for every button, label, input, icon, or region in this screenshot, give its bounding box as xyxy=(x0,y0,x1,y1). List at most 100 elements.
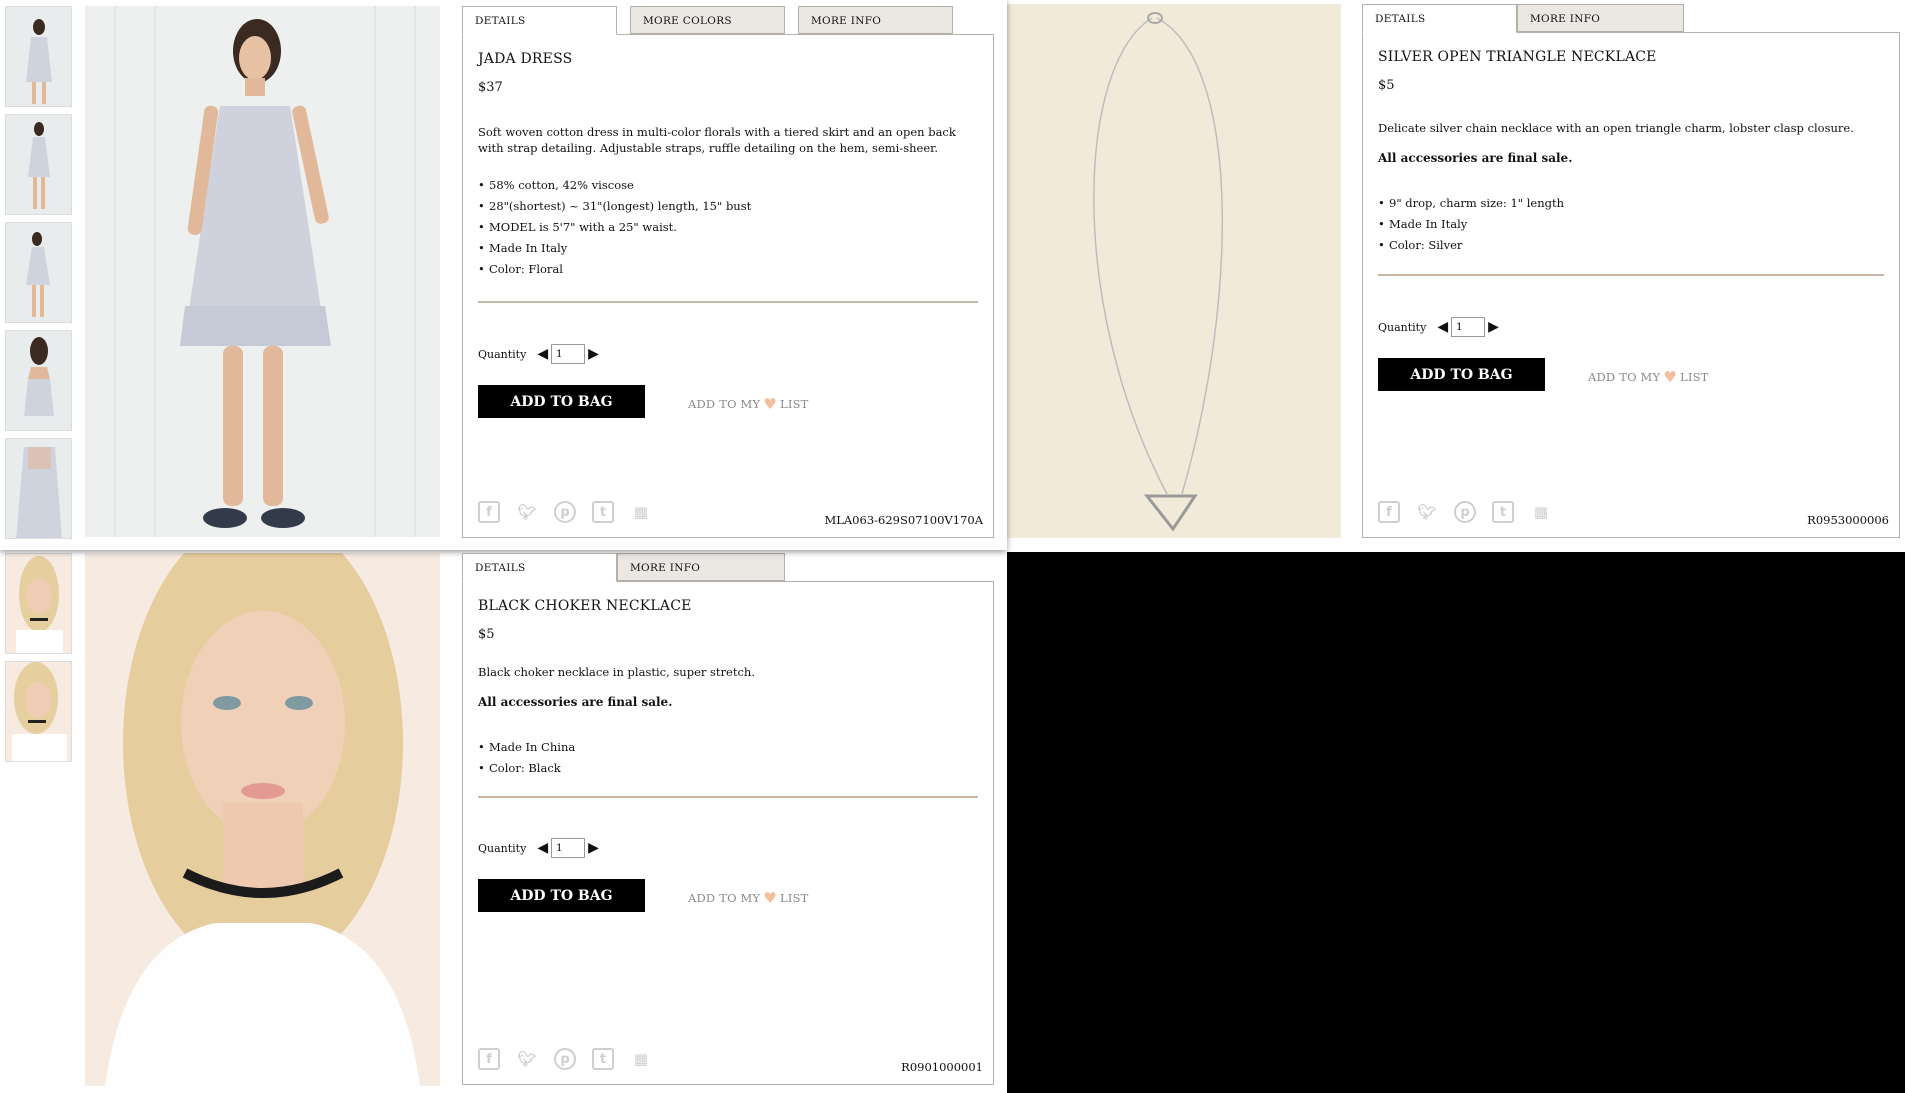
grid-icon[interactable]: ▦ xyxy=(630,1048,652,1070)
thumbnail-list xyxy=(5,553,73,769)
twitter-icon[interactable]: 🐦︎ xyxy=(1416,501,1438,523)
product-description: Black choker necklace in plastic, super … xyxy=(478,665,755,679)
social-share-bar: f 🐦︎ p t ▦ xyxy=(478,1048,652,1070)
add-to-wishlist-link[interactable]: ADD TO MY ♥ LIST xyxy=(688,889,809,907)
spec-item: MODEL is 5'7" with a 25" waist. xyxy=(478,217,751,238)
add-to-wishlist-link[interactable]: ADD TO MY ♥ LIST xyxy=(688,395,809,413)
wishlist-suffix: LIST xyxy=(779,397,809,411)
tab-details[interactable]: DETAILS xyxy=(1362,4,1517,33)
thumbnail-image[interactable] xyxy=(5,438,72,539)
product-details: DETAILS MORE INFO BLACK CHOKER NECKLACE … xyxy=(462,553,994,1085)
spec-item: 28"(shortest) ~ 31"(longest) length, 15"… xyxy=(478,196,751,217)
product-sku: R0953000006 xyxy=(1807,513,1889,527)
increment-arrow-icon[interactable]: ▶ xyxy=(588,841,599,855)
product-description: Soft woven cotton dress in multi-color f… xyxy=(478,125,956,155)
product-specs: Made In China Color: Black xyxy=(478,737,575,779)
product-price: $5 xyxy=(478,627,495,642)
facebook-icon[interactable]: f xyxy=(478,501,500,523)
thumbnail-image[interactable] xyxy=(5,222,72,323)
thumbnail-image[interactable] xyxy=(5,330,72,431)
final-sale-notice: All accessories are final sale. xyxy=(1378,151,1573,165)
decrement-arrow-icon[interactable]: ◀ xyxy=(537,841,548,855)
product-details: DETAILS MORE INFO SILVER OPEN TRIANGLE N… xyxy=(1362,4,1900,538)
thumbnail-image[interactable] xyxy=(5,6,72,107)
facebook-icon[interactable]: f xyxy=(1378,501,1400,523)
product-specs: 9" drop, charm size: 1" length Made In I… xyxy=(1378,193,1564,256)
tab-more-info[interactable]: MORE INFO xyxy=(798,6,953,34)
tumblr-icon[interactable]: t xyxy=(592,1048,614,1070)
wishlist-prefix: ADD TO MY xyxy=(1588,370,1661,384)
twitter-icon[interactable]: 🐦︎ xyxy=(516,1048,538,1070)
thumbnail-image[interactable] xyxy=(5,553,72,654)
product-price: $5 xyxy=(1378,78,1395,93)
decrement-arrow-icon[interactable]: ◀ xyxy=(1437,320,1448,334)
wishlist-suffix: LIST xyxy=(779,891,809,905)
product-description: Delicate silver chain necklace with an o… xyxy=(1378,121,1854,135)
main-product-image xyxy=(85,553,440,1086)
product-sku: MLA063-629S07100V170A xyxy=(824,513,983,527)
quantity-control: Quantity ◀ ▶ xyxy=(1378,317,1502,337)
quantity-label: Quantity xyxy=(1378,320,1427,334)
divider xyxy=(478,796,978,798)
add-to-wishlist-link[interactable]: ADD TO MY ♥ LIST xyxy=(1588,368,1709,386)
social-share-bar: f 🐦︎ p t ▦ xyxy=(478,501,652,523)
tumblr-icon[interactable]: t xyxy=(1492,501,1514,523)
spec-item: 9" drop, charm size: 1" length xyxy=(1378,193,1564,214)
pinterest-icon[interactable]: p xyxy=(554,1048,576,1070)
main-product-image xyxy=(1007,4,1341,538)
decrement-arrow-icon[interactable]: ◀ xyxy=(537,347,548,361)
quantity-input[interactable] xyxy=(551,344,586,364)
product-name: SILVER OPEN TRIANGLE NECKLACE xyxy=(1378,49,1657,65)
spec-item: Made In Italy xyxy=(1378,214,1564,235)
increment-arrow-icon[interactable]: ▶ xyxy=(588,347,599,361)
product-name: BLACK CHOKER NECKLACE xyxy=(478,598,692,614)
spec-item: Made In China xyxy=(478,737,575,758)
add-to-bag-button[interactable]: ADD TO BAG xyxy=(1378,358,1545,391)
twitter-icon[interactable]: 🐦︎ xyxy=(516,501,538,523)
pinterest-icon[interactable]: p xyxy=(554,501,576,523)
spec-item: Color: Black xyxy=(478,758,575,779)
tumblr-icon[interactable]: t xyxy=(592,501,614,523)
pinterest-icon[interactable]: p xyxy=(1454,501,1476,523)
spec-item: 58% cotton, 42% viscose xyxy=(478,175,751,196)
quantity-control: Quantity ◀ ▶ xyxy=(478,838,602,858)
quantity-control: Quantity ◀ ▶ xyxy=(478,344,602,364)
tab-more-colors[interactable]: MORE COLORS xyxy=(630,6,785,34)
spec-item: Color: Silver xyxy=(1378,235,1564,256)
tab-more-info[interactable]: MORE INFO xyxy=(1517,4,1684,32)
tab-details[interactable]: DETAILS xyxy=(462,6,617,35)
thumbnail-image[interactable] xyxy=(5,661,72,762)
heart-icon: ♥ xyxy=(763,395,777,413)
quantity-input[interactable] xyxy=(1451,317,1486,337)
grid-icon[interactable]: ▦ xyxy=(630,501,652,523)
quantity-label: Quantity xyxy=(478,841,527,855)
details-box: JADA DRESS $37 Soft woven cotton dress i… xyxy=(462,34,994,538)
product-specs: 58% cotton, 42% viscose 28"(shortest) ~ … xyxy=(478,175,751,280)
thumbnail-image[interactable] xyxy=(5,114,72,215)
spec-item: Color: Floral xyxy=(478,259,751,280)
increment-arrow-icon[interactable]: ▶ xyxy=(1488,320,1499,334)
final-sale-notice: All accessories are final sale. xyxy=(478,695,673,709)
spec-item: Made In Italy xyxy=(478,238,751,259)
divider xyxy=(1378,274,1884,276)
facebook-icon[interactable]: f xyxy=(478,1048,500,1070)
heart-icon: ♥ xyxy=(763,889,777,907)
wishlist-prefix: ADD TO MY xyxy=(688,397,761,411)
grid-icon[interactable]: ▦ xyxy=(1530,501,1552,523)
product-name: JADA DRESS xyxy=(478,51,573,67)
product-price: $37 xyxy=(478,80,503,95)
product-sku: R0901000001 xyxy=(901,1060,983,1074)
quantity-input[interactable] xyxy=(551,838,586,858)
product-panel-silver-necklace: DETAILS MORE INFO SILVER OPEN TRIANGLE N… xyxy=(1007,0,1905,552)
product-details: DETAILS MORE COLORS MORE INFO JADA DRESS… xyxy=(462,6,994,538)
tab-more-info[interactable]: MORE INFO xyxy=(617,553,785,581)
product-panel-black-choker: DETAILS MORE INFO BLACK CHOKER NECKLACE … xyxy=(0,550,1007,1093)
tab-details[interactable]: DETAILS xyxy=(462,553,617,582)
details-box: SILVER OPEN TRIANGLE NECKLACE $5 Delicat… xyxy=(1362,32,1900,538)
wishlist-suffix: LIST xyxy=(1679,370,1709,384)
main-product-image xyxy=(85,6,440,537)
add-to-bag-button[interactable]: ADD TO BAG xyxy=(478,879,645,912)
social-share-bar: f 🐦︎ p t ▦ xyxy=(1378,501,1552,523)
add-to-bag-button[interactable]: ADD TO BAG xyxy=(478,385,645,418)
divider xyxy=(478,301,978,303)
